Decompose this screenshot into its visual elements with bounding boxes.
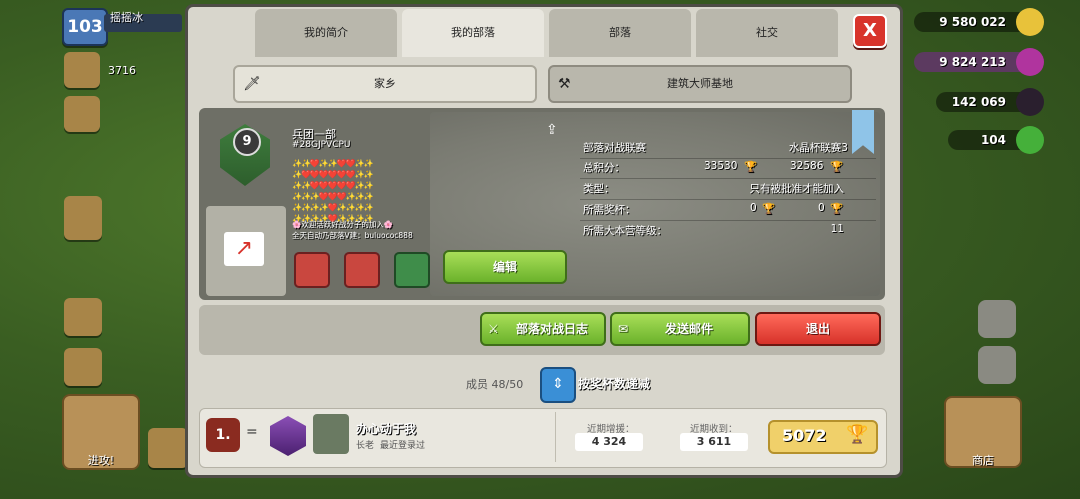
- settings-gear-icon[interactable]: [978, 346, 1016, 384]
- crossed-swords-icon: ⚔: [488, 322, 499, 336]
- builder-base-icon[interactable]: [64, 348, 102, 386]
- clan-level: 9: [233, 128, 261, 156]
- war-league-row: 部落对战联赛 水晶杯联赛3: [580, 140, 876, 159]
- elixir-icon: [1016, 48, 1044, 76]
- clan-stats-graph-button[interactable]: ↗: [206, 206, 286, 296]
- clan-perk-medal-icon[interactable]: [344, 252, 380, 288]
- clan-description-line2: 全天自动乃部落V建：buluococ888: [292, 231, 413, 240]
- send-mail-button[interactable]: ✉ 发送邮件: [610, 312, 750, 346]
- town-hall-icon: [313, 414, 349, 454]
- mail-icon[interactable]: [64, 96, 100, 132]
- member-role: 长老: [356, 441, 375, 451]
- subtab-builder-base-label: 建筑大师基地: [667, 77, 733, 90]
- envelope-icon: ✉: [618, 322, 629, 336]
- hammer-icon: ⚒: [558, 76, 571, 92]
- tab-clans[interactable]: 部落: [549, 9, 691, 57]
- member-rank: 1.: [206, 418, 240, 452]
- player-name: 摇摇冰: [110, 11, 143, 24]
- shop-label: 商店: [972, 454, 994, 467]
- clan-description-line1: 🌸欢迎活跃好战分子的加入🌸: [292, 220, 394, 229]
- trophy-league-icon[interactable]: [64, 52, 100, 88]
- tab-social[interactable]: 社交: [696, 9, 838, 57]
- attack-label: 进攻!: [87, 454, 115, 467]
- gold-icon: [1016, 8, 1044, 36]
- player-trophies: 3716: [108, 64, 136, 77]
- trophy-icon-large: 🏆: [846, 424, 869, 445]
- clan-tag: #28GJPVCPU: [292, 140, 351, 150]
- subtab-home[interactable]: 🗡 家乡: [233, 65, 537, 103]
- builder-boat-icon[interactable]: [978, 300, 1016, 338]
- clan-type-row: 类型： 只有被批准才能加入: [580, 181, 876, 200]
- donated-value: 4 324: [575, 433, 643, 451]
- subtab-home-label: 家乡: [374, 77, 396, 90]
- rank-change: =: [246, 424, 258, 440]
- gem-icon: [1016, 126, 1044, 154]
- builder-hut-icon[interactable]: [148, 428, 188, 468]
- subtab-builder-base[interactable]: ⚒ 建筑大师基地: [548, 65, 852, 103]
- builder-trophy-icon: 🏆: [830, 161, 844, 173]
- member-trophies-box: 5072 🏆: [768, 420, 878, 454]
- total-points-row: 总积分： 33530 🏆 32586 🏆: [580, 160, 876, 179]
- trophy-icon: 🏆: [744, 161, 758, 173]
- player-level-badge[interactable]: 103: [62, 8, 108, 46]
- chat-icon[interactable]: [64, 196, 102, 240]
- builder-trophy-icon-small: 🏆: [830, 203, 844, 215]
- close-button[interactable]: X: [853, 14, 887, 48]
- clan-perk-backpack-icon[interactable]: [394, 252, 430, 288]
- war-log-button[interactable]: ⚔ 部落对战日志: [480, 312, 606, 346]
- sword-icon: 🗡: [243, 76, 261, 92]
- leave-clan-button[interactable]: 退出: [755, 312, 881, 346]
- chart-trend-icon: ↗: [224, 232, 264, 266]
- required-trophies-row: 所需奖杯： 0 🏆 0 🏆: [580, 202, 876, 221]
- required-th-row: 所需大本营等级： 11: [583, 223, 844, 237]
- member-last-seen: 最近登录过: [380, 441, 426, 451]
- dark-elixir-icon: [1016, 88, 1044, 116]
- received-value: 3 611: [680, 433, 748, 451]
- member-count: 成员 48/50: [466, 378, 524, 391]
- tab-my-clan[interactable]: 我的部落: [402, 9, 544, 57]
- sort-label[interactable]: 按奖杯数递减: [578, 375, 650, 392]
- tab-my-profile[interactable]: 我的简介: [255, 9, 397, 57]
- trophy-icon-small: 🏆: [762, 203, 776, 215]
- member-trophies: 5072: [782, 426, 827, 445]
- divider: [555, 412, 556, 462]
- member-name: 办心动于我: [356, 422, 417, 436]
- edit-clan-button[interactable]: 编辑: [443, 250, 567, 284]
- clan-description-hearts: ✨✨❤️✨✨❤️❤️✨✨ ✨❤️❤️❤️❤️❤️❤️✨✨ ✨✨❤️❤️❤️❤️❤…: [292, 159, 374, 223]
- share-icon[interactable]: ⇪: [546, 122, 564, 140]
- clan-war-icon[interactable]: [64, 298, 102, 336]
- sort-toggle-icon[interactable]: ⇕: [540, 367, 576, 403]
- clan-perk-shield-icon[interactable]: [294, 252, 330, 288]
